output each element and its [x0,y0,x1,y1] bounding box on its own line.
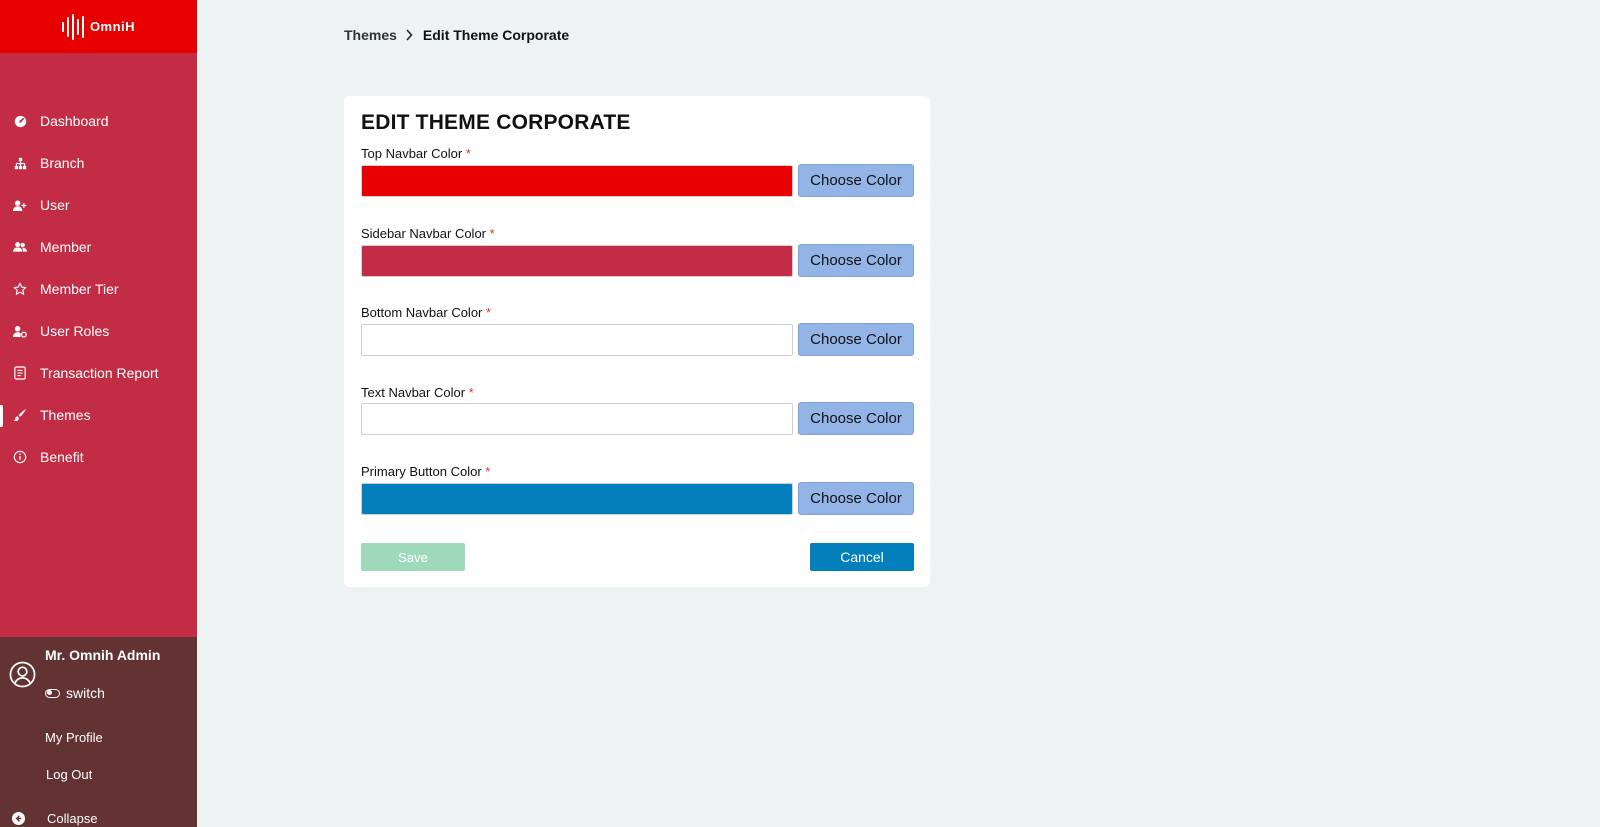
cancel-button[interactable]: Cancel [810,543,914,571]
sidebar-item-label: Branch [40,155,85,171]
collapse-button[interactable]: Collapse [12,811,98,826]
logo-icon [61,13,84,40]
field-label-text: Top Navbar Color [361,146,463,161]
user-name: Mr. Omnih Admin [45,647,161,663]
top-navbar-color-field[interactable] [361,165,793,197]
save-button[interactable]: Save [361,543,465,571]
sidebar-item-transaction-report[interactable]: Transaction Report [0,352,197,394]
sidebar-item-benefit[interactable]: Benefit [0,436,197,478]
breadcrumb: Themes Edit Theme Corporate [344,27,569,43]
sidebar-item-label: Benefit [40,449,84,465]
sidebar-item-label: Themes [40,407,91,423]
field-label-text: Sidebar Navbar Color [361,226,487,241]
sidebar-navbar-color-field[interactable] [361,245,793,277]
user-panel: Mr. Omnih Admin switch My Profile Log Ou… [0,637,197,827]
required-mark: * [465,146,471,161]
text-navbar-choose-color-button[interactable]: Choose Color [798,402,914,435]
sidebar-nav: Dashboard Branch User Member Member Tier [0,100,197,478]
user-gear-icon [12,323,28,339]
field-label-text: Bottom Navbar Color [361,305,483,320]
logo-text: OmniH [89,19,136,34]
field-label-text: Primary Button Color [361,464,482,479]
my-profile-link[interactable]: My Profile [45,730,103,745]
bottom-navbar-choose-color-button[interactable]: Choose Color [798,323,914,356]
breadcrumb-themes-link[interactable]: Themes [344,27,397,43]
sidebar-item-label: Dashboard [40,113,109,129]
field-label-text: Text Navbar Color [361,385,466,400]
toggle-icon [45,688,60,698]
sidebar-item-dashboard[interactable]: Dashboard [0,100,197,142]
sidebar-item-label: Transaction Report [40,365,159,381]
star-icon [12,281,28,297]
sidebar-item-member-tier[interactable]: Member Tier [0,268,197,310]
chevron-right-icon [405,29,413,41]
page-title: EDIT THEME CORPORATE [361,111,631,134]
brush-icon [12,407,28,423]
primary-button-choose-color-button[interactable]: Choose Color [798,482,914,515]
report-icon [12,365,28,381]
sidebar: OmniH Dashboard Branch User Member Membe… [0,0,197,827]
sidebar-item-label: User [40,197,70,213]
top-navbar-color-label: Top Navbar Color * [361,146,471,161]
sidebar-item-member[interactable]: Member [0,226,197,268]
collapse-label: Collapse [47,811,98,826]
sidebar-item-user-roles[interactable]: User Roles [0,310,197,352]
hierarchy-icon [12,155,28,171]
switch-label: switch [66,685,105,701]
primary-button-color-field[interactable] [361,483,793,515]
users-icon [12,239,28,255]
logout-link[interactable]: Log Out [46,767,92,782]
logo-bar: OmniH [0,0,197,53]
info-icon [12,449,28,465]
theme-switch[interactable]: switch [45,685,105,701]
sidebar-item-themes[interactable]: Themes [0,394,197,436]
required-mark: * [468,385,474,400]
required-mark: * [485,464,491,479]
text-navbar-color-field[interactable] [361,403,793,435]
breadcrumb-current: Edit Theme Corporate [422,27,570,43]
arrow-left-icon [12,812,25,825]
bottom-navbar-color-label: Bottom Navbar Color * [361,305,491,320]
edit-theme-card: EDIT THEME CORPORATE Top Navbar Color * … [344,96,930,587]
primary-button-color-label: Primary Button Color * [361,464,490,479]
sidebar-item-label: Member Tier [40,281,119,297]
top-navbar-choose-color-button[interactable]: Choose Color [798,164,914,197]
user-add-icon [12,197,28,213]
required-mark: * [489,226,495,241]
sidebar-item-user[interactable]: User [0,184,197,226]
avatar-icon[interactable] [9,661,36,688]
required-mark: * [486,305,492,320]
sidebar-item-label: Member [40,239,92,255]
dashboard-icon [12,113,28,129]
sidebar-item-branch[interactable]: Branch [0,142,197,184]
sidebar-item-label: User Roles [40,323,110,339]
bottom-navbar-color-field[interactable] [361,324,793,356]
sidebar-navbar-choose-color-button[interactable]: Choose Color [798,244,914,277]
text-navbar-color-label: Text Navbar Color * [361,385,474,400]
sidebar-navbar-color-label: Sidebar Navbar Color * [361,226,495,241]
